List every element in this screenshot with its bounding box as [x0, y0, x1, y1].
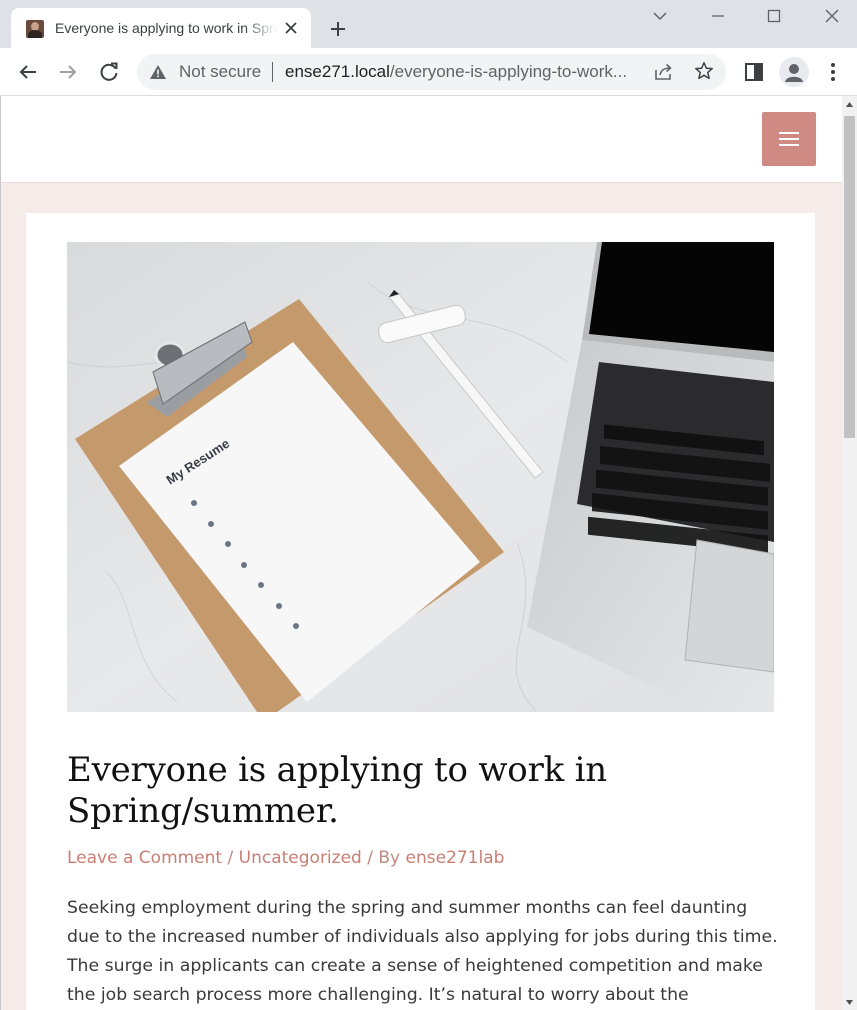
tab-strip: Everyone is applying to work in Spring/s…: [0, 0, 857, 48]
reload-icon[interactable]: [97, 60, 121, 84]
meta-separator: /: [222, 848, 239, 868]
tab-favicon-icon: [26, 20, 44, 38]
hamburger-bar: [779, 132, 799, 134]
featured-image: My Resume: [67, 242, 774, 712]
scroll-down-arrow-icon[interactable]: [845, 998, 854, 1007]
omnibox-divider: [272, 62, 273, 82]
scrollbar-thumb[interactable]: [844, 116, 855, 438]
profile-avatar-icon[interactable]: [779, 57, 809, 87]
address-bar[interactable]: Not secure ense271.local/everyone-is-app…: [137, 54, 726, 90]
category-link[interactable]: Uncategorized: [239, 848, 362, 868]
scroll-up-arrow-icon[interactable]: [845, 100, 854, 109]
minimize-icon[interactable]: [706, 4, 730, 28]
hamburger-bar: [779, 144, 799, 146]
window-close-icon[interactable]: [820, 4, 844, 28]
comment-link[interactable]: Leave a Comment: [67, 848, 222, 868]
site-header: [0, 96, 842, 183]
browser-tab[interactable]: Everyone is applying to work in Spring/s…: [11, 8, 311, 48]
page-scrollbar[interactable]: [842, 96, 857, 1010]
meta-by-label: / By: [361, 848, 406, 868]
browser-toolbar: Not secure ense271.local/everyone-is-app…: [0, 48, 857, 96]
post-title: Everyone is applying to work in Spring/s…: [67, 750, 608, 831]
star-icon[interactable]: [693, 60, 715, 82]
page-viewport: My Resume Everyone is applying to work i…: [0, 96, 842, 1010]
forward-arrow-icon[interactable]: [56, 60, 80, 84]
url-host: ense271.local: [285, 62, 390, 81]
url-path: /everyone-is-applying-to-work...: [389, 62, 628, 81]
side-panel-icon[interactable]: [742, 60, 766, 84]
menu-toggle-button[interactable]: [762, 112, 816, 166]
post-body-paragraph: Seeking employment during the spring and…: [67, 898, 778, 1005]
warning-triangle-icon[interactable]: [149, 63, 167, 81]
author-link[interactable]: ense271lab: [406, 848, 505, 868]
share-icon[interactable]: [653, 61, 675, 83]
hamburger-bar: [779, 138, 799, 140]
url-text[interactable]: ense271.local/everyone-is-applying-to-wo…: [285, 62, 645, 82]
back-arrow-icon[interactable]: [16, 60, 40, 84]
tab-title: Everyone is applying to work in Spring/s…: [55, 20, 277, 36]
post-article: My Resume Everyone is applying to work i…: [26, 213, 815, 1010]
security-label[interactable]: Not secure: [179, 62, 261, 82]
close-icon[interactable]: [282, 19, 300, 37]
kebab-menu-icon[interactable]: [821, 60, 845, 84]
plus-icon[interactable]: [326, 17, 350, 41]
maximize-icon[interactable]: [762, 4, 786, 28]
chevron-down-icon[interactable]: [648, 4, 672, 28]
post-meta: Leave a Comment / Uncategorized / By ens…: [67, 848, 504, 868]
